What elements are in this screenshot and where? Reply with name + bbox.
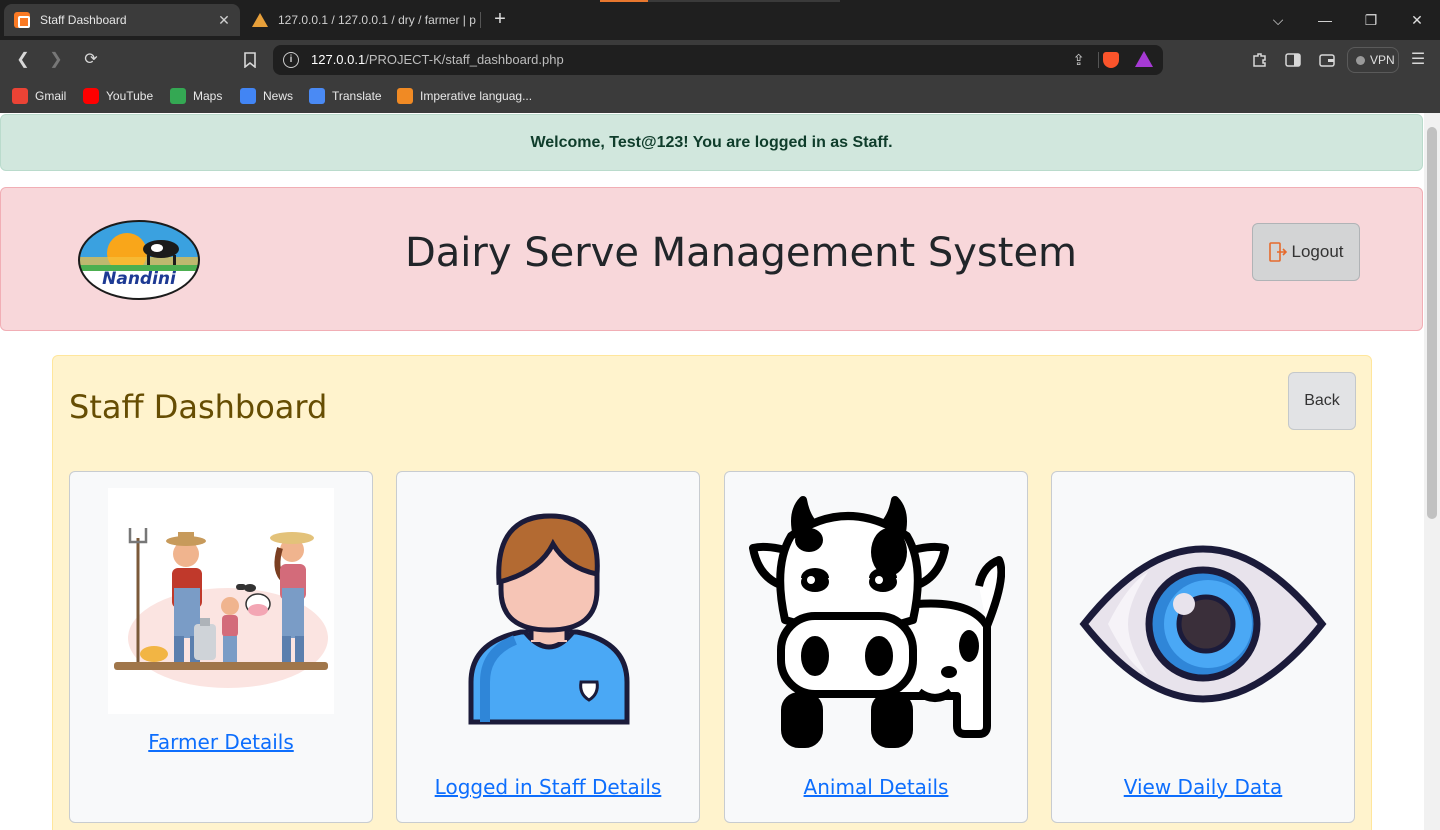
- back-arrow-icon[interactable]: ❮: [11, 48, 35, 72]
- bookmark-maps[interactable]: Maps: [170, 86, 222, 106]
- share-icon[interactable]: ⇪: [1072, 51, 1085, 69]
- dashboard-title: Staff Dashboard: [69, 388, 328, 426]
- address-bar[interactable]: i 127.0.0.1/PROJECT-K/staff_dashboard.ph…: [273, 45, 1163, 75]
- nandini-logo: Nandini: [77, 219, 201, 301]
- site-title: Dairy Serve Management System: [404, 230, 1078, 276]
- extensions-icon[interactable]: [1248, 48, 1272, 72]
- farmer-details-card[interactable]: Farmer Details: [69, 471, 373, 823]
- animal-details-link[interactable]: Animal Details: [725, 775, 1027, 799]
- vpn-label: VPN: [1370, 53, 1395, 67]
- sidebar-toggle-icon[interactable]: [1281, 48, 1305, 72]
- reload-icon[interactable]: ⟳: [79, 48, 103, 72]
- tab-separator: [480, 12, 481, 28]
- gmail-icon: [12, 88, 28, 104]
- tab-title: Staff Dashboard: [40, 13, 127, 27]
- restore-window-icon[interactable]: ❐: [1359, 8, 1383, 32]
- tab-strip-accent-highlight: [600, 0, 648, 2]
- tab-staff-dashboard[interactable]: Staff Dashboard ✕: [4, 4, 240, 36]
- site-header: Nandini Dairy Serve Management System Lo…: [0, 187, 1423, 331]
- staff-person-icon: [461, 512, 637, 732]
- youtube-icon: [83, 88, 99, 104]
- daily-data-link[interactable]: View Daily Data: [1052, 775, 1354, 799]
- staff-details-card[interactable]: Logged in Staff Details: [396, 471, 700, 823]
- bookmark-label: Imperative languag...: [420, 89, 533, 103]
- logout-button[interactable]: Logout: [1252, 223, 1360, 281]
- phpmyadmin-favicon-icon: [252, 13, 268, 27]
- vpn-button[interactable]: VPN: [1347, 47, 1399, 73]
- page-scrollbar[interactable]: [1424, 113, 1440, 830]
- bookmark-icon[interactable]: [238, 48, 262, 72]
- bookmark-translate[interactable]: Translate: [309, 86, 382, 106]
- staff-details-link[interactable]: Logged in Staff Details: [397, 775, 699, 799]
- tab-phpmyadmin[interactable]: 127.0.0.1 / 127.0.0.1 / dry / farmer | p: [244, 4, 478, 36]
- bookmark-label: Translate: [332, 89, 382, 103]
- bookmarks-bar: Gmail YouTube Maps News Translate Impera…: [0, 80, 1440, 113]
- scrollbar-thumb[interactable]: [1427, 127, 1437, 519]
- farmer-family-illustration-icon: [108, 488, 334, 714]
- menu-hamburger-icon[interactable]: ☰: [1406, 48, 1430, 72]
- bookmark-youtube[interactable]: YouTube: [83, 86, 153, 106]
- bookmark-label: YouTube: [106, 89, 154, 103]
- bookmark-news[interactable]: News: [240, 86, 293, 106]
- logout-label: Logout: [1291, 242, 1344, 261]
- logo-wordmark: Nandini: [102, 269, 177, 289]
- url-text[interactable]: 127.0.0.1/PROJECT-K/staff_dashboard.php: [311, 52, 564, 67]
- wallet-icon[interactable]: [1315, 48, 1339, 72]
- bookmark-label: Gmail: [35, 89, 67, 103]
- brave-rewards-icon[interactable]: [1135, 51, 1153, 67]
- site-info-icon[interactable]: i: [283, 52, 299, 68]
- daily-data-card[interactable]: View Daily Data: [1051, 471, 1355, 823]
- address-bar-divider: [1098, 52, 1099, 68]
- maps-icon: [170, 88, 186, 104]
- browser-tab-strip: Staff Dashboard ✕ 127.0.0.1 / 127.0.0.1 …: [0, 0, 1440, 40]
- bookmark-imperative-languages[interactable]: Imperative languag...: [397, 86, 532, 106]
- tab-title: 127.0.0.1 / 127.0.0.1 / dry / farmer | p: [278, 13, 476, 27]
- back-button[interactable]: Back: [1288, 372, 1356, 430]
- minimize-window-icon[interactable]: —: [1313, 8, 1337, 32]
- close-window-icon[interactable]: ✕: [1405, 8, 1429, 32]
- bookmark-label: News: [263, 89, 294, 103]
- new-tab-plus-icon[interactable]: +: [488, 8, 512, 32]
- news-icon: [240, 88, 256, 104]
- xampp-favicon-icon: [14, 12, 30, 28]
- forward-arrow-icon[interactable]: ❯: [44, 48, 68, 72]
- close-tab-icon[interactable]: ✕: [212, 12, 236, 29]
- welcome-alert: Welcome, Test@123! You are logged in as …: [0, 114, 1423, 171]
- brave-shields-icon[interactable]: [1103, 52, 1119, 68]
- page-viewport: Welcome, Test@123! You are logged in as …: [0, 113, 1424, 830]
- l-letter-icon: [397, 88, 413, 104]
- bookmark-label: Maps: [193, 89, 223, 103]
- url-path: /PROJECT-K/staff_dashboard.php: [365, 52, 564, 67]
- vpn-status-dot-icon: [1356, 56, 1365, 65]
- logout-door-icon: [1268, 242, 1287, 262]
- tab-search-chevron-icon[interactable]: ⌵: [1266, 8, 1290, 32]
- eye-icon: [1078, 542, 1328, 706]
- bookmark-gmail[interactable]: Gmail: [12, 86, 66, 106]
- animal-details-card[interactable]: Animal Details: [724, 471, 1028, 823]
- url-host: 127.0.0.1: [311, 52, 366, 67]
- farmer-details-link[interactable]: Farmer Details: [70, 730, 372, 754]
- cow-icon: [749, 496, 1006, 752]
- translate-icon: [309, 88, 325, 104]
- staff-dashboard-panel: Staff Dashboard Back Farmer Details Logg…: [52, 355, 1372, 830]
